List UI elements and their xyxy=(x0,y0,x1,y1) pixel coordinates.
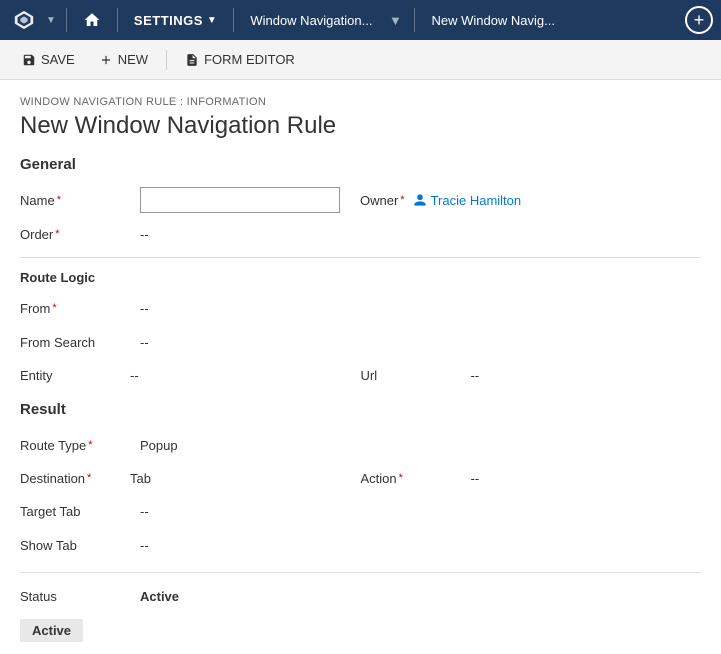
status-label: Status xyxy=(20,589,140,604)
route-logic-title: Route Logic xyxy=(20,270,701,285)
settings-nav-button[interactable]: SETTINGS ▼ xyxy=(126,9,225,32)
url-label: Url xyxy=(361,368,471,383)
from-value: -- xyxy=(140,301,701,316)
breadcrumb-nav-1[interactable]: Window Navigation... xyxy=(242,9,380,32)
destination-action-row: Destination * Tab Action * -- xyxy=(20,464,701,492)
page-title: New Window Navigation Rule xyxy=(20,112,701,140)
breadcrumb-nav-2[interactable]: New Window Navig... xyxy=(423,9,563,32)
from-search-row: From Search -- xyxy=(20,327,701,357)
url-col: Url -- xyxy=(361,368,702,383)
order-row: Order * -- xyxy=(20,219,701,249)
from-search-value: -- xyxy=(140,335,701,350)
from-label: From * xyxy=(20,301,140,316)
from-row: From * -- xyxy=(20,293,701,323)
action-value: -- xyxy=(471,471,480,486)
order-value: -- xyxy=(140,227,701,242)
toolbar: SAVE NEW FORM EDITOR xyxy=(0,40,721,80)
main-content: WINDOW NAVIGATION RULE : INFORMATION New… xyxy=(0,80,721,654)
route-type-row: Route Type * Popup xyxy=(20,430,701,460)
show-tab-label: Show Tab xyxy=(20,538,140,553)
owner-link[interactable]: Tracie Hamilton xyxy=(413,193,522,208)
general-section: General Name * Owner * Tracie Hamilton xyxy=(20,156,701,249)
destination-required-star: * xyxy=(87,472,91,484)
show-tab-value: -- xyxy=(140,538,701,553)
order-required-star: * xyxy=(55,228,59,240)
route-type-label: Route Type * xyxy=(20,438,140,453)
breadcrumb-chevron[interactable]: ▼ xyxy=(384,9,406,31)
breadcrumb-nav-1-label: Window Navigation... xyxy=(250,13,372,28)
from-required-star: * xyxy=(52,302,56,314)
route-logic-divider xyxy=(20,257,701,258)
general-section-title: General xyxy=(20,156,701,173)
new-label: NEW xyxy=(118,52,148,67)
target-tab-label: Target Tab xyxy=(20,504,140,519)
order-label: Order * xyxy=(20,227,140,242)
route-logic-section: Route Logic From * -- From Search -- Ent… xyxy=(20,270,701,389)
form-editor-button[interactable]: FORM EDITOR xyxy=(175,47,305,72)
status-section-divider xyxy=(20,572,701,573)
name-owner-row: Name * Owner * Tracie Hamilton xyxy=(20,185,701,215)
url-value: -- xyxy=(471,368,480,383)
nav-divider-4 xyxy=(414,8,415,32)
owner-group: Owner * Tracie Hamilton xyxy=(360,193,521,208)
page-breadcrumb: WINDOW NAVIGATION RULE : INFORMATION xyxy=(20,96,701,108)
target-tab-value: -- xyxy=(140,504,701,519)
app-logo[interactable] xyxy=(8,4,40,36)
owner-value: Tracie Hamilton xyxy=(431,193,522,208)
settings-chevron-icon: ▼ xyxy=(207,15,217,26)
destination-value: Tab xyxy=(130,471,151,486)
nav-add-button[interactable]: + xyxy=(685,6,713,34)
entity-url-row: Entity -- Url -- xyxy=(20,361,701,389)
logo-chevron[interactable]: ▼ xyxy=(44,15,58,26)
save-button[interactable]: SAVE xyxy=(12,47,85,72)
save-label: SAVE xyxy=(41,52,75,67)
name-input[interactable] xyxy=(140,187,340,213)
name-label: Name * xyxy=(20,193,140,208)
route-type-required-star: * xyxy=(88,439,92,451)
action-required-star: * xyxy=(399,472,403,484)
owner-label: Owner * xyxy=(360,193,405,208)
entity-col: Entity -- xyxy=(20,368,361,383)
top-nav: ▼ SETTINGS ▼ Window Navigation... ▼ New … xyxy=(0,0,721,40)
name-required-star: * xyxy=(57,194,61,206)
target-tab-row: Target Tab -- xyxy=(20,496,701,526)
status-active-badge: Active xyxy=(20,619,83,642)
show-tab-row: Show Tab -- xyxy=(20,530,701,560)
status-value: Active xyxy=(140,589,701,604)
settings-nav-label: SETTINGS xyxy=(134,13,203,28)
action-label: Action * xyxy=(361,471,471,486)
entity-value: -- xyxy=(130,368,139,383)
home-button[interactable] xyxy=(75,3,109,37)
action-col: Action * -- xyxy=(361,471,702,486)
result-section: Result Route Type * Popup Destination * … xyxy=(20,401,701,560)
breadcrumb-nav-2-label: New Window Navig... xyxy=(431,13,555,28)
route-type-value: Popup xyxy=(140,438,701,453)
from-search-label: From Search xyxy=(20,335,140,350)
nav-divider-2 xyxy=(117,8,118,32)
status-row: Status Active xyxy=(20,581,701,611)
destination-col: Destination * Tab xyxy=(20,471,361,486)
toolbar-separator xyxy=(166,50,167,70)
status-section: Status Active Active xyxy=(20,572,701,642)
nav-divider-1 xyxy=(66,8,67,32)
nav-divider-3 xyxy=(233,8,234,32)
entity-label: Entity xyxy=(20,368,130,383)
owner-required-star: * xyxy=(400,194,404,206)
result-section-title: Result xyxy=(20,401,701,418)
destination-label: Destination * xyxy=(20,471,130,486)
new-button[interactable]: NEW xyxy=(89,47,158,72)
form-editor-label: FORM EDITOR xyxy=(204,52,295,67)
